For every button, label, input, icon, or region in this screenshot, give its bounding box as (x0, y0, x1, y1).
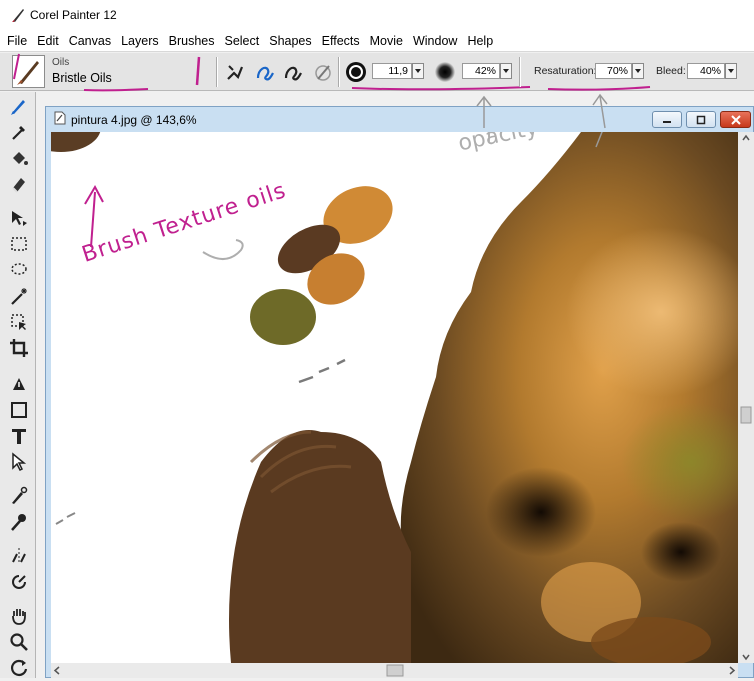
menu-window[interactable]: Window (408, 32, 462, 50)
text-icon[interactable] (7, 424, 31, 448)
rotate-page-icon[interactable] (7, 656, 31, 680)
menu-shapes[interactable]: Shapes (264, 32, 316, 50)
restore-icon (696, 115, 706, 124)
close-icon (730, 114, 741, 125)
app-title: Corel Painter 12 (30, 8, 117, 22)
horizontal-scroll-thumb[interactable] (386, 664, 404, 677)
layer-adjuster-icon[interactable] (7, 206, 31, 230)
scroll-left-icon[interactable] (53, 666, 60, 675)
scroll-down-icon[interactable] (742, 654, 750, 661)
eraser-icon[interactable] (7, 172, 31, 196)
separator (519, 57, 521, 87)
pen-icon[interactable] (7, 372, 31, 396)
bleed-field[interactable]: 40% (687, 63, 725, 79)
brush-ghost-icon[interactable] (310, 59, 336, 85)
bleed-dropdown-button[interactable] (725, 63, 737, 79)
size-field[interactable]: 11,9 (372, 63, 412, 79)
opacity-field[interactable]: 42% (462, 63, 500, 79)
stroke-type-straight-icon[interactable] (280, 59, 306, 85)
size-icon (343, 59, 369, 85)
resaturation-label: Resaturation: (534, 65, 597, 77)
mirror-icon[interactable] (7, 544, 31, 568)
menu-edit[interactable]: Edit (32, 32, 64, 50)
resaturation-field[interactable]: 70% (595, 63, 632, 79)
resaturation-dropdown-button[interactable] (632, 63, 644, 79)
painter-app-icon (10, 7, 26, 23)
menu-help[interactable]: Help (462, 32, 498, 50)
menu-effects[interactable]: Effects (317, 32, 365, 50)
document-title: pintura 4.jpg @ 143,6% (71, 112, 197, 127)
rubber-stamp-icon[interactable] (7, 510, 31, 534)
vertical-scroll-thumb[interactable] (740, 406, 752, 424)
brush-icon[interactable] (7, 94, 31, 118)
lasso-icon[interactable] (7, 258, 31, 282)
magic-wand-icon[interactable] (7, 284, 31, 308)
transform-icon[interactable] (7, 310, 31, 334)
document-icon (54, 111, 66, 128)
opacity-dropdown-button[interactable] (500, 63, 512, 79)
document-window: pintura 4.jpg @ 143,6% Brush Texture oil… (45, 106, 754, 678)
menu-canvas[interactable]: Canvas (64, 32, 116, 50)
menu-movie[interactable]: Movie (365, 32, 408, 50)
separator (216, 57, 218, 87)
rectangle-shape-icon[interactable] (7, 398, 31, 422)
grabber-icon[interactable] (7, 604, 31, 628)
scroll-up-icon[interactable] (742, 134, 750, 141)
horizontal-scrollbar[interactable] (51, 663, 738, 678)
maximize-button[interactable] (686, 111, 716, 128)
property-bar: Oils Bristle Oils 11,9 42% Resaturation:… (0, 53, 754, 92)
crop-icon[interactable] (7, 336, 31, 360)
toolbox (0, 92, 36, 678)
paint-bucket-icon[interactable] (7, 146, 31, 170)
vertical-scrollbar[interactable] (738, 132, 754, 663)
minimize-icon (663, 120, 671, 123)
minimize-button[interactable] (652, 111, 682, 128)
separator (338, 57, 340, 87)
rect-select-icon[interactable] (7, 232, 31, 256)
cloner-icon[interactable] (7, 484, 31, 508)
shape-selection-icon[interactable] (7, 450, 31, 474)
dropper-icon[interactable] (7, 120, 31, 144)
scroll-right-icon[interactable] (729, 666, 736, 675)
menu-bar: File Edit Canvas Layers Brushes Select S… (0, 30, 754, 52)
annotation-overlay (84, 132, 603, 260)
menu-select[interactable]: Select (219, 32, 264, 50)
menu-brushes[interactable]: Brushes (164, 32, 220, 50)
document-title-bar[interactable]: pintura 4.jpg @ 143,6% (46, 107, 753, 132)
size-dropdown-button[interactable] (412, 63, 424, 79)
title-bar: Corel Painter 12 (0, 0, 754, 30)
menu-layers[interactable]: Layers (116, 32, 164, 50)
dab-type-icon[interactable] (222, 59, 248, 85)
stroke-type-freehand-icon[interactable] (252, 59, 278, 85)
bleed-label: Bleed: (656, 65, 686, 77)
opacity-icon (432, 59, 458, 85)
kaleidoscope-icon[interactable] (7, 570, 31, 594)
close-button[interactable] (720, 111, 751, 128)
painting-canvas[interactable]: Brush Texture oils opacity 42% (51, 132, 738, 663)
magnifier-icon[interactable] (7, 630, 31, 654)
menu-file[interactable]: File (2, 32, 32, 50)
